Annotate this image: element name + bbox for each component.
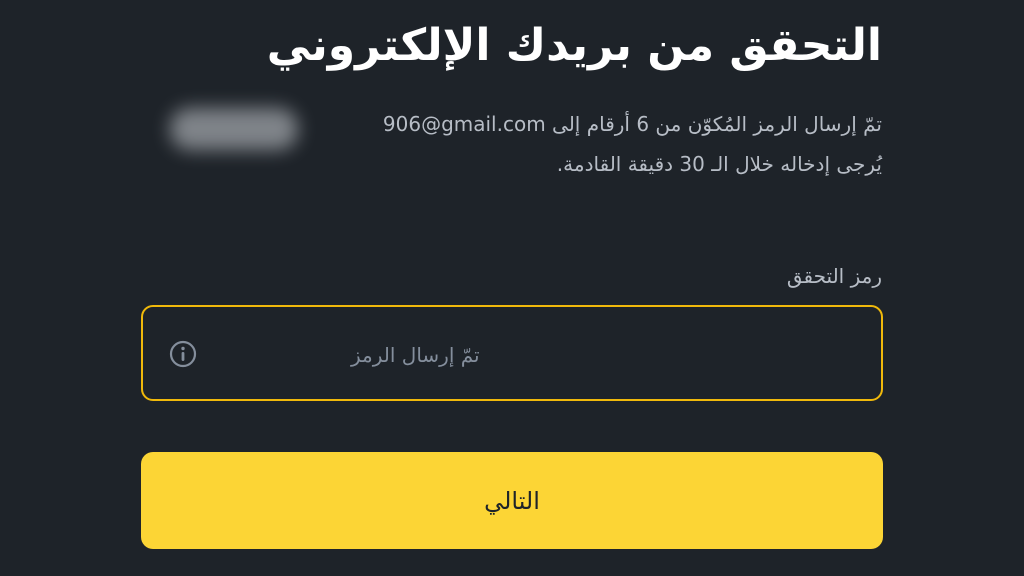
verification-code-input[interactable] <box>143 307 881 399</box>
verify-email-screen: التحقق من بريدك الإلكتروني تمّ إرسال الر… <box>0 0 1024 576</box>
page-title: التحقق من بريدك الإلكتروني <box>266 20 882 71</box>
next-button[interactable]: التالي <box>141 452 883 549</box>
info-icon[interactable] <box>169 340 197 368</box>
verification-code-field[interactable]: تمّ إرسال الرمز <box>141 305 883 401</box>
instructions-text: تمّ إرسال الرمز المُكوّن من 6 أرقام إلى … <box>122 104 882 184</box>
instructions-line-1: تمّ إرسال الرمز المُكوّن من 6 أرقام إلى … <box>122 104 882 144</box>
instructions-line-2: يُرجى إدخاله خلال الـ 30 دقيقة القادمة. <box>556 152 882 176</box>
masked-email: 906@gmail.com <box>382 112 546 136</box>
instructions-prefix: تمّ إرسال الرمز المُكوّن من 6 أرقام إلى <box>552 112 882 136</box>
verification-code-label: رمز التحقق <box>786 264 882 288</box>
